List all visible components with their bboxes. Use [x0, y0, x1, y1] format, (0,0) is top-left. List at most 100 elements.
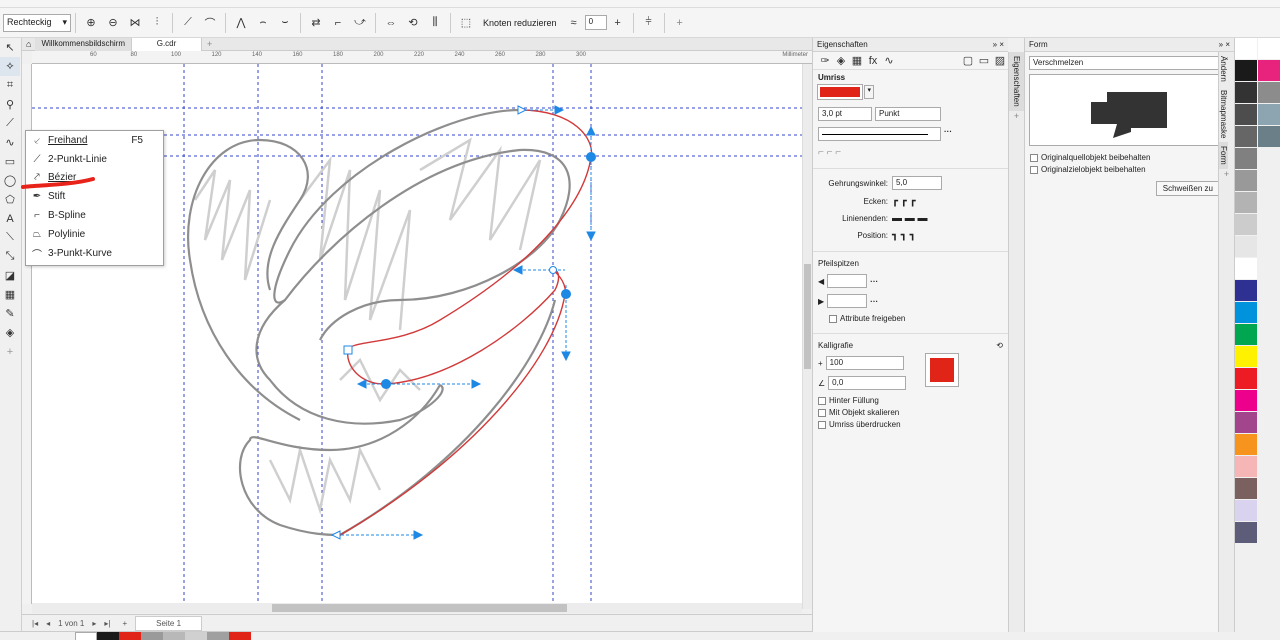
drop-shadow-icon[interactable]: ◪ — [0, 266, 20, 285]
corner-style-icons[interactable]: ┏ ┏ ┏ — [892, 196, 916, 207]
color-swatch[interactable] — [1235, 126, 1257, 148]
flyout-item-2-point-line[interactable]: ⟋ 2-Punkt-Linie — [26, 150, 163, 169]
swatch[interactable] — [119, 632, 141, 640]
delete-node-icon[interactable]: ⊖ — [104, 14, 122, 32]
tab-properties[interactable]: Eigenschaften — [1009, 52, 1024, 111]
color-swatch[interactable] — [1235, 478, 1257, 500]
add-tool-icon[interactable]: + — [0, 342, 20, 361]
share-attributes-row[interactable]: Attribute freigeben — [813, 311, 1008, 326]
color-swatch[interactable] — [1235, 60, 1257, 82]
swatch[interactable] — [97, 632, 119, 640]
flyout-item-freehand[interactable]: ⸔ Freihand F5 — [26, 131, 163, 150]
color-swatch[interactable] — [1235, 104, 1257, 126]
end-arrow-select[interactable] — [827, 294, 868, 308]
color-swatch[interactable] — [1258, 60, 1280, 82]
fill-tab-icon[interactable]: ◈ — [835, 52, 847, 70]
plus-icon[interactable]: + — [609, 14, 627, 32]
color-swatch[interactable] — [1235, 38, 1257, 60]
checkbox[interactable] — [1030, 153, 1038, 162]
nib-shape-preview[interactable] — [925, 353, 959, 387]
tab-change[interactable]: Ändern — [1219, 52, 1228, 86]
color-swatch[interactable] — [1235, 456, 1257, 478]
add-docker-icon[interactable]: + — [1009, 111, 1024, 121]
reset-icon[interactable]: ⟲ — [996, 341, 1003, 350]
swatch-none[interactable] — [75, 632, 97, 640]
more-icon[interactable]: ··· — [870, 297, 878, 306]
last-page-icon[interactable]: ▸| — [104, 619, 110, 628]
line-end-icons[interactable]: ▬ ▬ ▬ — [892, 213, 928, 224]
outline-color-picker[interactable] — [817, 84, 863, 100]
swatch[interactable] — [163, 632, 185, 640]
dimension-tool-icon[interactable]: ⟍ — [0, 228, 20, 247]
color-swatch[interactable] — [1235, 148, 1257, 170]
first-page-icon[interactable]: |◂ — [32, 619, 38, 628]
pick-tool-icon[interactable]: ↖ — [0, 38, 20, 57]
add-node-icon[interactable]: ⊕ — [82, 14, 100, 32]
color-swatch[interactable] — [1235, 346, 1257, 368]
artistic-media-icon[interactable]: ∿ — [0, 133, 20, 152]
color-swatch[interactable] — [1258, 82, 1280, 104]
horizontal-scrollbar[interactable] — [32, 603, 802, 613]
weld-to-button[interactable]: Schweißen zu — [1155, 181, 1220, 196]
color-swatch[interactable] — [1235, 368, 1257, 390]
docker-expand-icon[interactable]: » × — [993, 40, 1004, 49]
miter-input[interactable]: 5,0 — [892, 176, 942, 190]
effects-tab-icon[interactable]: fx — [867, 52, 879, 70]
behind-fill-row[interactable]: Hinter Füllung — [813, 393, 1008, 408]
polygon-tool-icon[interactable]: ⬠ — [0, 190, 20, 209]
start-arrow-select[interactable] — [827, 274, 868, 288]
cusp-node-icon[interactable]: ⋀ — [232, 14, 250, 32]
docker-expand-icon[interactable]: » × — [1219, 40, 1230, 49]
chevron-down-icon[interactable]: ▾ — [864, 85, 875, 99]
keep-target-row[interactable]: Originalzielobjekt beibehalten — [1025, 165, 1234, 177]
transparency-tab-icon[interactable]: ▦ — [851, 52, 863, 70]
rotate-nodes-icon[interactable]: ⟲ — [404, 14, 422, 32]
extract-subpath-icon[interactable]: ⤻ — [351, 14, 369, 32]
page-tab[interactable]: Seite 1 — [135, 615, 203, 631]
color-swatch[interactable] — [1258, 126, 1280, 148]
rectangle-tool-icon[interactable]: ▭ — [0, 152, 20, 171]
prev-page-icon[interactable]: ◂ — [46, 619, 50, 628]
swatch[interactable] — [229, 632, 251, 640]
flyout-item-bezier[interactable]: ⤤ Bézier — [21, 169, 163, 189]
position-icons[interactable]: ┓ ┓ ┓ — [892, 230, 916, 241]
shaping-mode-select[interactable]: Verschmelzen▾ — [1029, 56, 1230, 70]
color-swatch[interactable] — [1235, 192, 1257, 214]
keep-source-row[interactable]: Originalquellobjekt beibehalten — [1025, 150, 1234, 165]
page-icon[interactable]: ▭ — [978, 52, 990, 70]
tab-document[interactable]: G.cdr — [132, 37, 203, 51]
smooth-node-icon[interactable]: ⌢ — [254, 14, 272, 32]
reduce-nodes-button[interactable]: Knoten reduzieren — [483, 18, 557, 28]
tab-form[interactable]: Form — [1219, 142, 1228, 169]
outline-tab-icon[interactable]: ✑ — [819, 52, 831, 70]
join-nodes-icon[interactable]: ⋈ — [126, 14, 144, 32]
to-line-icon[interactable]: ⟋ — [179, 14, 197, 32]
width-input[interactable]: 3,0 pt — [818, 107, 872, 121]
checkbox[interactable] — [829, 314, 837, 323]
flyout-item-3-point-curve[interactable]: ⌒ 3-Punkt-Kurve — [26, 244, 163, 263]
color-swatch[interactable] — [1235, 236, 1257, 258]
curve-tab-icon[interactable]: ∿ — [883, 52, 895, 70]
checkbox[interactable] — [818, 396, 826, 405]
checkbox[interactable] — [818, 420, 826, 429]
stretch-nodes-icon[interactable]: ⇔ — [382, 14, 400, 32]
freehand-tool-icon[interactable]: ⟋ — [0, 114, 20, 133]
align-nodes-icon[interactable]: ⫼ — [426, 14, 444, 32]
eyedropper-icon[interactable]: ✎ — [0, 304, 20, 323]
width-unit-select[interactable]: Punkt — [875, 107, 941, 121]
new-tab-icon[interactable]: + — [202, 39, 217, 49]
frame-icon[interactable]: ▢ — [962, 52, 974, 70]
scroll-thumb[interactable] — [804, 264, 811, 369]
add-page-icon[interactable]: + — [122, 619, 127, 628]
crop-tool-icon[interactable]: ⌗ — [0, 76, 20, 95]
checkbox[interactable] — [818, 408, 826, 417]
ellipse-tool-icon[interactable]: ◯ — [0, 171, 20, 190]
flyout-item-b-spline[interactable]: ⌐ B-Spline — [26, 206, 163, 225]
transparency-icon[interactable]: ▦ — [0, 285, 20, 304]
color-swatch[interactable] — [1258, 104, 1280, 126]
break-curve-icon[interactable]: ⫶ — [148, 14, 166, 32]
vertical-scrollbar[interactable] — [802, 64, 812, 609]
to-curve-icon[interactable]: ⌒ — [201, 14, 219, 32]
scroll-thumb[interactable] — [272, 604, 567, 612]
color-swatch[interactable] — [1235, 434, 1257, 456]
